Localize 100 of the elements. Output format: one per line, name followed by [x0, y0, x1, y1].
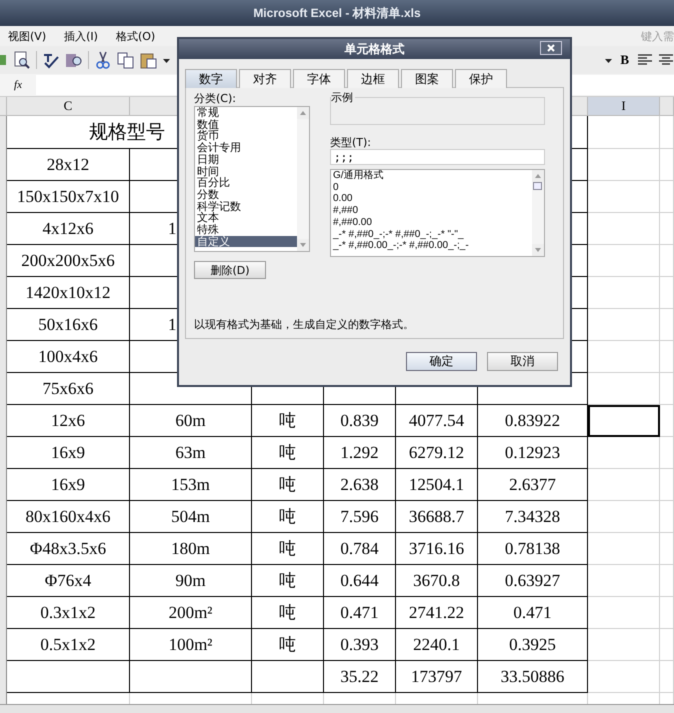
type-input[interactable]: ;;; [330, 149, 545, 165]
table-cell: 0.393 [324, 629, 396, 661]
column-header[interactable]: I [588, 97, 660, 116]
table-cell: 吨 [252, 533, 324, 565]
table-cell: 吨 [252, 405, 324, 437]
table-cell [660, 565, 674, 597]
delete-button[interactable]: 删除(D) [194, 261, 266, 279]
category-item[interactable]: 自定义 [195, 236, 297, 248]
table-cell [660, 116, 674, 149]
print-preview-icon[interactable] [13, 51, 31, 69]
table-cell: 吨 [252, 469, 324, 501]
active-cell[interactable] [588, 405, 660, 437]
spellcheck-icon[interactable] [42, 51, 60, 69]
table-cell: 90m [130, 565, 252, 597]
window-title: Microsoft Excel - 材料清单.xls [253, 4, 421, 22]
dialog-tab[interactable]: 字体 [293, 69, 345, 88]
table-cell: 80x160x4x6 [7, 501, 130, 533]
table-cell: 75x6x6 [7, 373, 130, 405]
table-cell [660, 213, 674, 245]
table-cell [660, 277, 674, 309]
menu-item[interactable]: 插入(I) [64, 28, 98, 44]
format-item[interactable]: 0.00 [331, 193, 532, 206]
table-cell [660, 309, 674, 341]
category-item[interactable]: 分数 [195, 188, 297, 201]
table-cell: 16x9 [7, 437, 130, 469]
table-cell: 0.784 [324, 533, 396, 565]
table-cell: 0.3925 [478, 629, 588, 661]
table-cell: 吨 [252, 565, 324, 597]
format-item[interactable]: G/通用格式 [331, 170, 532, 182]
category-item[interactable]: 日期 [195, 154, 297, 166]
format-item[interactable]: #,##0.00 [331, 216, 532, 229]
table-cell: 33.50886 [478, 661, 588, 693]
table-cell: 3716.16 [396, 533, 478, 565]
table-cell [660, 341, 674, 373]
table-cell: 0.5x1x2 [7, 629, 130, 661]
table-cell: 0.83922 [478, 405, 588, 437]
table-cell [660, 245, 674, 277]
dialog-tab[interactable]: 保护 [455, 69, 507, 88]
table-cell: 4077.54 [396, 405, 478, 437]
table-cell: 0.78138 [478, 533, 588, 565]
scroll-thumb[interactable] [533, 182, 542, 190]
table-cell: 2741.22 [396, 597, 478, 629]
table-cell: 6279.12 [396, 437, 478, 469]
category-item[interactable]: 常规 [195, 107, 297, 119]
format-item[interactable]: 0 [331, 182, 532, 194]
table-cell [660, 149, 674, 181]
cut-icon[interactable] [94, 51, 112, 69]
menu-item[interactable]: 格式(O) [116, 28, 156, 44]
table-cell: 153m [130, 469, 252, 501]
table-cell: 504m [130, 501, 252, 533]
table-cell: 吨 [252, 501, 324, 533]
dialog-tab[interactable]: 边框 [347, 69, 399, 88]
close-icon[interactable] [540, 41, 562, 55]
category-item[interactable]: 科学记数 [195, 200, 297, 212]
table-cell: 0.12923 [478, 437, 588, 469]
type-label: 类型(T): [330, 135, 372, 149]
table-cell: 0.471 [324, 597, 396, 629]
table-cell: 12x6 [7, 405, 130, 437]
format-list[interactable]: G/通用格式 0 0.00 #,##0 #,##0.00 _-* #,##0_-;-* #,##0_-;_-* "-"_ _-* #,##0.00_-;-* #,##0.00_-;_- [330, 169, 545, 257]
column-header[interactable]: C [7, 97, 130, 116]
dialog-tab[interactable]: 对齐 [239, 69, 291, 88]
function-label[interactable]: fx [0, 79, 36, 91]
dialog-tab[interactable]: 图案 [401, 69, 453, 88]
table-cell: 60m [130, 405, 252, 437]
paste-icon[interactable] [140, 51, 158, 69]
table-cell: 180m [130, 533, 252, 565]
dialog-tab[interactable]: 数字 [185, 69, 237, 88]
table-cell: 0.471 [478, 597, 588, 629]
table-cell [660, 533, 674, 565]
research-icon[interactable] [65, 51, 83, 69]
table-cell: 28x12 [7, 149, 130, 181]
cancel-button[interactable]: 取消 [487, 352, 558, 371]
table-cell: 吨 [252, 437, 324, 469]
table-cell: 7.596 [324, 501, 396, 533]
format-item[interactable]: _-* #,##0.00_-;-* #,##0.00_-;_- [331, 240, 532, 252]
table-cell: 200x200x5x6 [7, 245, 130, 277]
table-cell: Φ48x3.5x6 [7, 533, 130, 565]
table-cell: 3670.8 [396, 565, 478, 597]
format-item[interactable]: #,##0 [331, 205, 532, 217]
table-cell: 12504.1 [396, 469, 478, 501]
table-cell: 吨 [252, 629, 324, 661]
table-cell: 36688.7 [396, 501, 478, 533]
category-list[interactable]: 常规 数值 货币 会计专用 日期 时间 百分比 分数 科学记数 文本 特殊 自定义 [194, 106, 310, 252]
ok-button[interactable]: 确定 [406, 352, 477, 371]
sample-label: 示例 [331, 90, 355, 105]
format-item[interactable]: _-* #,##0_-;-* #,##0_-;_-* "-"_ [331, 228, 532, 240]
table-cell: Φ76x4 [7, 565, 130, 597]
table-cell: 4x12x6 [7, 213, 130, 245]
bold-button[interactable]: B [617, 52, 632, 68]
table-cell: 50x16x6 [7, 309, 130, 341]
table-cell: 0.3x1x2 [7, 597, 130, 629]
copy-icon[interactable] [117, 51, 135, 69]
table-cell: 100m² [130, 629, 252, 661]
table-cell: 63m [130, 437, 252, 469]
category-item[interactable]: 时间 [195, 166, 297, 178]
table-cell: 2.638 [324, 469, 396, 501]
category-item[interactable]: 百分比 [195, 177, 297, 189]
menu-item[interactable]: 视图(V) [8, 28, 46, 44]
table-cell: 7.34328 [478, 501, 588, 533]
table-cell: 150x150x7x10 [7, 181, 130, 213]
